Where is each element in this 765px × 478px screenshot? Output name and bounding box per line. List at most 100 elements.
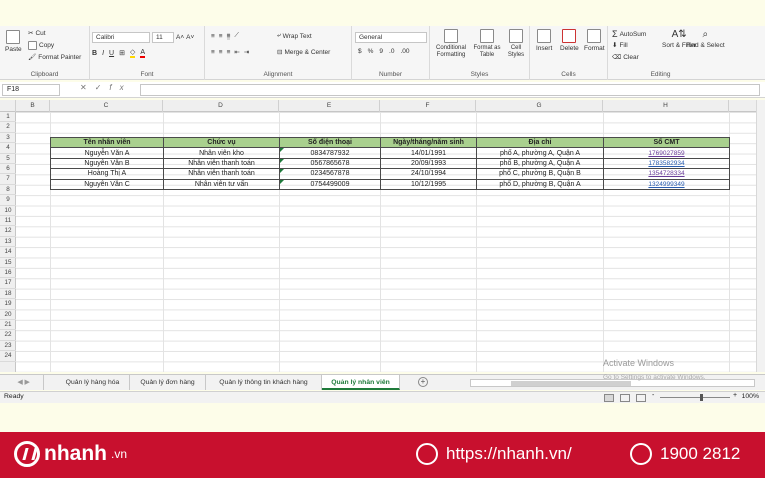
table-cell[interactable]: 0567865678: [279, 157, 381, 170]
table-cell[interactable]: phố D, phường B, Quận A: [476, 178, 604, 190]
fill-color-icon[interactable]: ◇: [129, 48, 136, 58]
tab-quan-ly-thong-tin-khach-hang[interactable]: Quản lý thông tin khách hàng: [206, 375, 322, 390]
number-format-dropdown[interactable]: General: [355, 32, 427, 43]
header-cell[interactable]: Chức vụ: [163, 136, 280, 149]
tab-quan-ly-hang-hoa[interactable]: Quản lý hàng hóa: [56, 375, 130, 390]
zoom-in-button[interactable]: +: [733, 392, 737, 399]
align-bottom-icon[interactable]: ≡: [226, 32, 231, 40]
table-cell[interactable]: 0754499009: [279, 178, 381, 190]
fill-button[interactable]: ⬇ Fill: [612, 41, 628, 50]
scroll-thumb[interactable]: [511, 381, 631, 386]
table-cell[interactable]: 24/10/1994: [380, 168, 477, 180]
cell-styles-button[interactable]: Cell Styles: [505, 29, 527, 59]
format-as-table-button[interactable]: Format as Table: [472, 29, 502, 59]
table-cell[interactable]: 0834787932: [279, 147, 381, 159]
worksheet[interactable]: B C D E F G H 1 2 3 4 5 6 7 8 9 10 11 12…: [0, 100, 765, 372]
row-header[interactable]: 10: [0, 206, 16, 216]
row-header[interactable]: 23: [0, 341, 16, 352]
add-sheet-icon[interactable]: +: [418, 377, 428, 387]
zoom-out-button[interactable]: -: [652, 392, 654, 399]
format-button[interactable]: Format: [584, 29, 605, 52]
shrink-font-icon[interactable]: A˅: [186, 34, 194, 41]
table-cell[interactable]: Nhân viên kho: [163, 147, 280, 159]
merge-center-button[interactable]: ⊟ Merge & Center: [277, 48, 330, 57]
align-top-icon[interactable]: ≡: [211, 33, 215, 40]
row-header[interactable]: 2: [0, 122, 16, 133]
vertical-scrollbar[interactable]: [756, 100, 765, 372]
row-header[interactable]: 16: [0, 268, 16, 279]
table-cell[interactable]: 20/09/1993: [380, 157, 477, 170]
decrease-decimal-icon[interactable]: .00: [400, 48, 409, 55]
table-cell-link[interactable]: 1783582934: [603, 157, 730, 170]
row-header[interactable]: 9: [0, 195, 16, 206]
row-header[interactable]: 6: [0, 164, 16, 175]
autosum-button[interactable]: Σ AutoSum: [612, 29, 646, 39]
paste-button[interactable]: Paste: [5, 30, 22, 53]
insert-button[interactable]: Insert: [536, 29, 552, 52]
page-layout-icon[interactable]: [620, 394, 630, 402]
zoom-level[interactable]: 100%: [742, 393, 759, 400]
currency-button[interactable]: $: [358, 48, 362, 55]
table-cell[interactable]: 10/12/1995: [380, 178, 477, 190]
column-header[interactable]: H: [603, 100, 729, 112]
column-header[interactable]: G: [476, 100, 603, 112]
grow-font-icon[interactable]: A˄: [176, 34, 184, 41]
row-header[interactable]: 14: [0, 247, 16, 258]
row-header[interactable]: 18: [0, 289, 16, 300]
decrease-indent-icon[interactable]: ⇤: [234, 48, 239, 56]
font-size-dropdown[interactable]: 11: [152, 32, 174, 43]
row-header[interactable]: 15: [0, 258, 16, 268]
table-cell[interactable]: Nhân viên thanh toán: [163, 168, 280, 180]
row-header[interactable]: 24: [0, 351, 16, 362]
font-color-icon[interactable]: A: [140, 49, 146, 58]
table-cell[interactable]: 14/01/1991: [380, 147, 477, 159]
row-header[interactable]: 19: [0, 299, 16, 310]
row-header[interactable]: 3: [0, 133, 16, 144]
align-right-icon[interactable]: ≡: [227, 49, 231, 56]
row-header[interactable]: 11: [0, 216, 16, 227]
tab-nav-arrows[interactable]: ◀ ▶: [4, 375, 44, 390]
header-cell[interactable]: Tên nhân viên: [50, 136, 164, 149]
column-header[interactable]: E: [279, 100, 380, 112]
table-cell[interactable]: 0234567878: [279, 168, 381, 180]
borders-icon[interactable]: ⊞: [119, 49, 125, 57]
formula-input[interactable]: [140, 84, 760, 96]
header-cell[interactable]: Số điện thoại: [279, 136, 381, 149]
increase-decimal-icon[interactable]: .0: [389, 48, 394, 55]
row-header[interactable]: 21: [0, 320, 16, 331]
align-center-icon[interactable]: ≡: [219, 49, 223, 56]
header-cell[interactable]: Ngày/tháng/năm sinh: [380, 136, 477, 149]
row-header[interactable]: 17: [0, 278, 16, 289]
table-cell[interactable]: phố A, phường A, Quận A: [476, 147, 604, 159]
wrap-text-button[interactable]: ⤶ Wrap Text: [277, 32, 312, 40]
table-cell[interactable]: phố B, phường A, Quận A: [476, 157, 604, 170]
phone-contact[interactable]: 1900 2812: [630, 443, 740, 465]
row-header[interactable]: 1: [0, 112, 16, 123]
row-header[interactable]: 8: [0, 185, 16, 196]
column-header[interactable]: C: [50, 100, 163, 112]
row-header[interactable]: 5: [0, 154, 16, 164]
font-name-dropdown[interactable]: Calibri: [92, 32, 150, 43]
table-cell-link[interactable]: 1354728334: [603, 168, 730, 180]
table-cell[interactable]: Nguyễn Văn C: [50, 178, 164, 190]
format-painter-button[interactable]: 🖌 Format Painter: [28, 53, 81, 62]
row-header[interactable]: 20: [0, 310, 16, 320]
increase-indent-icon[interactable]: ⇥: [244, 48, 249, 56]
normal-view-icon[interactable]: [604, 394, 614, 402]
row-header[interactable]: 4: [0, 143, 16, 154]
table-cell[interactable]: Nhân viên thanh toán: [163, 157, 280, 170]
table-cell-link[interactable]: 1324999349: [603, 178, 730, 190]
column-header[interactable]: B: [16, 100, 50, 112]
orientation-icon[interactable]: ⟋: [234, 32, 239, 40]
table-cell-link[interactable]: 1769027859: [603, 147, 730, 159]
header-cell[interactable]: Địa chỉ: [476, 136, 604, 149]
percent-button[interactable]: %: [368, 48, 374, 55]
column-header[interactable]: F: [380, 100, 476, 112]
row-header[interactable]: 7: [0, 174, 16, 185]
bold-button[interactable]: B: [92, 50, 97, 57]
row-header[interactable]: 22: [0, 330, 16, 341]
delete-button[interactable]: Delete: [560, 29, 579, 52]
conditional-formatting-button[interactable]: Conditional Formatting: [434, 29, 468, 59]
align-middle-icon[interactable]: ≡: [219, 33, 223, 40]
table-cell[interactable]: Nhân viên tư vấn: [163, 178, 280, 190]
